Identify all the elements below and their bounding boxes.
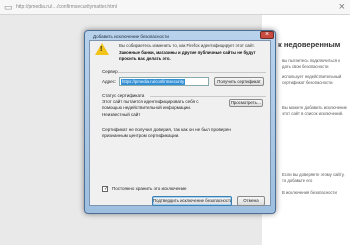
confirm-exception-button[interactable]: Подтвердить исключение безопасности — [152, 196, 232, 206]
cert-status-divider — [150, 96, 266, 97]
address-bar[interactable]: ▭ http://pmedia.ru/…/confirmsecuritymatt… — [0, 0, 350, 15]
page-text-line: дать свои безопасности — [282, 64, 329, 69]
cert-status-text: помощью недействительной информации. — [102, 105, 192, 110]
window-close-icon[interactable]: × — [339, 1, 345, 13]
get-certificate-button[interactable]: Получить сертификат — [214, 77, 264, 86]
server-group-divider — [118, 72, 266, 73]
page-heading: к недоверенным — [278, 40, 341, 49]
address-label: Адрес: — [102, 79, 117, 84]
page-text-line: то добавьте его — [282, 178, 313, 183]
trust-text: признанным центром сертификации. — [102, 133, 180, 138]
warning-text: Вы собираетесь изменить то, как Firefox … — [119, 43, 255, 48]
page-text-line: сертификат безопасности. — [282, 80, 334, 85]
server-group-label: Сервер — [102, 69, 118, 74]
warning-exclamation: ! — [100, 46, 103, 53]
permanent-exception-label: Постоянно хранить это исключение — [112, 186, 187, 191]
server-address-value: https://pmedia.ru/confirmsecurity — [121, 79, 186, 85]
dialog-close-button[interactable]: × — [260, 31, 274, 39]
server-address-input[interactable]: https://pmedia.ru/confirmsecurity — [119, 77, 209, 86]
checkbox-check-icon: ✓ — [104, 186, 109, 192]
permanent-exception-checkbox[interactable]: ✓ — [102, 186, 108, 192]
view-certificate-button[interactable]: Просмотреть… — [229, 99, 263, 107]
warning-text: просить вас делать это. — [119, 56, 171, 61]
page-text-line: В исключения безопасности — [282, 190, 337, 195]
address-url[interactable]: http://pmedia.ru/…/confirmsecuritymatter… — [16, 3, 117, 11]
dialog-body — [89, 40, 271, 206]
unknown-identity-label: Неизвестный сайт — [102, 112, 141, 117]
cancel-button[interactable]: Отмена — [237, 196, 265, 206]
page-icon: ▭ — [4, 2, 13, 12]
page-text-line: этот сайт в список исключений. — [282, 111, 344, 116]
